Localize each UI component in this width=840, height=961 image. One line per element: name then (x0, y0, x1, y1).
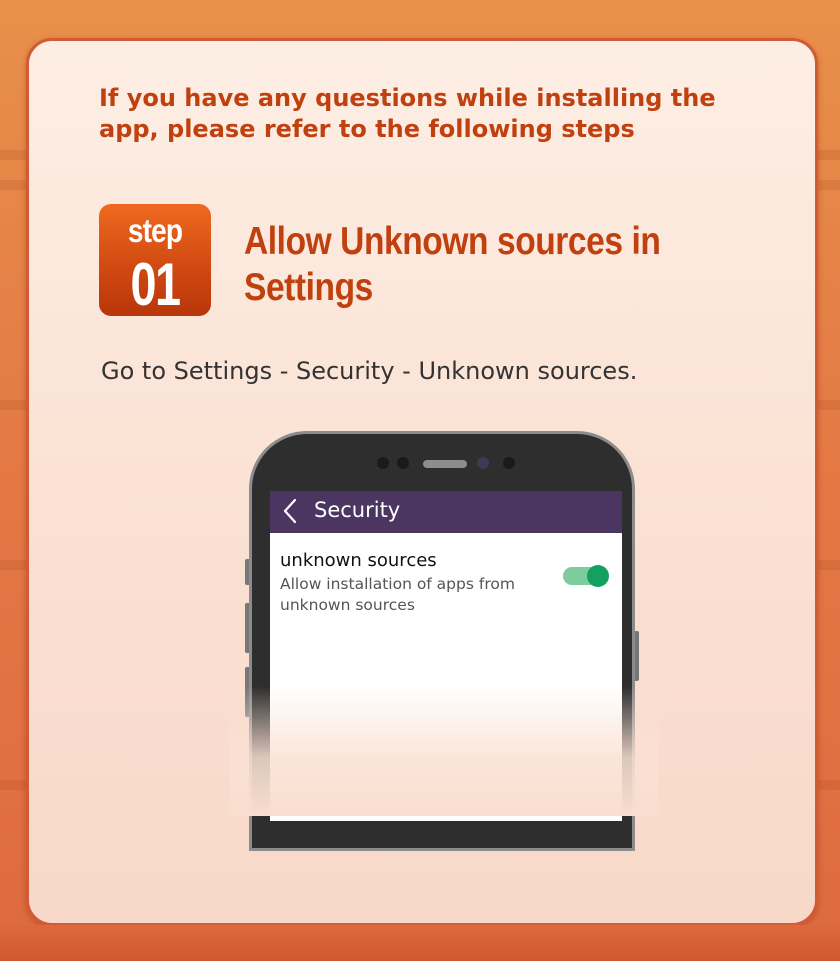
phone-speaker (423, 460, 467, 468)
unknown-sources-toggle[interactable] (563, 565, 609, 587)
phone-illustration: Security unknown sources Allow installat… (229, 431, 659, 851)
intro-text: If you have any questions while installi… (99, 84, 716, 143)
step-number: 01 (130, 251, 182, 318)
setting-title: unknown sources (280, 550, 437, 571)
step-instructions: Go to Settings - Security - Unknown sour… (101, 357, 638, 385)
phone-fade-overlay (229, 686, 659, 816)
setting-description: Allow installation of apps from unknown … (280, 575, 515, 614)
app-bar: Security (270, 491, 622, 533)
instruction-card: If you have any questions while installi… (26, 38, 818, 926)
phone-sensor (397, 457, 409, 469)
step-title: Allow Unknown sources in Settings (244, 220, 661, 309)
phone-sensor (377, 457, 389, 469)
chevron-left-icon[interactable] (278, 496, 302, 526)
phone-camera (477, 457, 489, 469)
step-badge: step 01 (99, 204, 211, 318)
toggle-knob (587, 565, 609, 587)
app-bar-title: Security (314, 498, 401, 522)
step-word: step (127, 212, 183, 249)
phone-sensor (503, 457, 515, 469)
bottom-border (0, 925, 840, 961)
